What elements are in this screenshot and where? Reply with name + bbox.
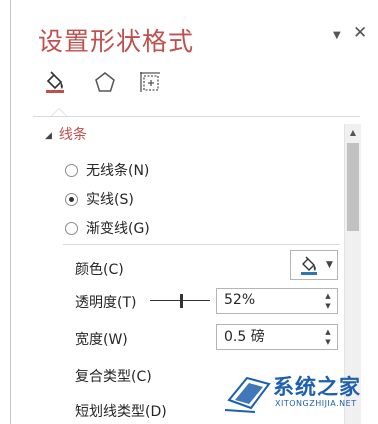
- line-section-header[interactable]: ◢ 线条: [45, 124, 87, 144]
- chevron-down-icon: ▼: [326, 260, 333, 270]
- slider-thumb[interactable]: [180, 294, 183, 308]
- selected-tab-pointer: [51, 108, 67, 116]
- paint-bucket-icon: [301, 256, 317, 275]
- tabs-divider: [33, 116, 360, 117]
- spin-up-icon[interactable]: ▲: [323, 291, 333, 301]
- color-label: 颜色(C): [75, 262, 124, 278]
- line-section-label: 线条: [58, 127, 87, 143]
- watermark-url: XITONGZHIJIA.NET: [275, 399, 357, 408]
- transparency-label: 透明度(T): [75, 295, 137, 311]
- transparency-spinbox[interactable]: ▲ ▼: [216, 288, 338, 314]
- size-properties-tab-layout-icon[interactable]: [138, 70, 162, 94]
- spin-down-icon[interactable]: ▼: [323, 337, 333, 347]
- radio-solid-line-label: 实线(S): [86, 192, 134, 208]
- scrollbar-thumb[interactable]: [347, 143, 359, 231]
- scroll-up-icon[interactable]: ▲: [345, 124, 361, 141]
- width-spinbox[interactable]: ▲ ▼: [216, 324, 338, 350]
- watermark-logo-icon: [225, 376, 271, 413]
- radio-button[interactable]: [65, 163, 78, 177]
- width-input[interactable]: [224, 328, 314, 344]
- spin-arrows[interactable]: ▲ ▼: [323, 327, 333, 347]
- effects-tab-pentagon-icon[interactable]: [93, 70, 117, 94]
- spin-arrows[interactable]: ▲ ▼: [323, 291, 333, 311]
- radio-gradient-line[interactable]: 渐变线(G): [65, 218, 150, 238]
- spin-up-icon[interactable]: ▲: [323, 327, 333, 337]
- transparency-input[interactable]: [224, 292, 314, 308]
- dash-type-label[interactable]: 短划线类型(D): [75, 401, 167, 421]
- pane-options-dropdown-icon[interactable]: ▼: [333, 30, 341, 41]
- outline-color-button[interactable]: ▼: [290, 250, 338, 280]
- fill-line-tab-paint-bucket-icon[interactable]: [43, 70, 67, 94]
- radio-button[interactable]: [65, 221, 78, 235]
- section-divider: [63, 244, 340, 245]
- radio-gradient-line-label: 渐变线(G): [86, 221, 150, 237]
- transparency-slider[interactable]: [150, 293, 210, 309]
- watermark-text: 系统之家: [273, 375, 361, 399]
- width-label: 宽度(W): [75, 332, 128, 348]
- pane-title: 设置形状格式: [38, 27, 195, 56]
- radio-solid-line[interactable]: 实线(S): [65, 189, 134, 209]
- radio-button-selected[interactable]: [65, 192, 78, 206]
- radio-no-line[interactable]: 无线条(N): [65, 160, 149, 180]
- collapse-triangle-icon: ◢: [45, 131, 52, 141]
- compound-type-label[interactable]: 复合类型(C): [75, 366, 152, 386]
- radio-no-line-label: 无线条(N): [86, 163, 150, 179]
- close-icon[interactable]: ✕: [353, 23, 367, 43]
- watermark: 系统之家 XITONGZHIJIA.NET: [225, 366, 376, 422]
- format-shape-pane: 设置形状格式 ▼ ✕ ◢ 线条 无线条(N) 实线(S) 渐变线(G) 颜色(C…: [10, 0, 378, 424]
- spin-down-icon[interactable]: ▼: [323, 301, 333, 311]
